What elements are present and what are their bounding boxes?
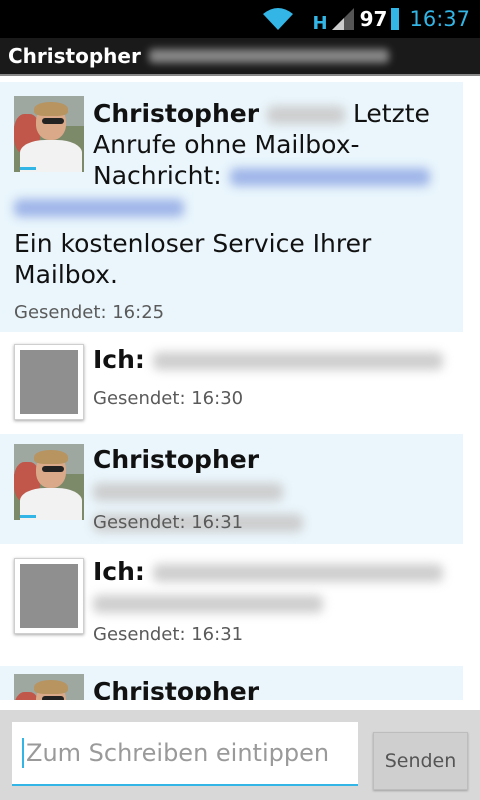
message-sender: Ich:: [93, 557, 145, 586]
battery-icon: [391, 8, 400, 30]
message-input-placeholder: Zum Schreiben eintippen: [26, 739, 330, 767]
message-item[interactable]: Ich: Gesendet: 16:31: [0, 546, 463, 662]
message-text: Ich:: [93, 344, 445, 375]
message-sender: Christopher: [93, 99, 260, 128]
message-item[interactable]: Christopher Gesendet: 16:31: [0, 434, 463, 544]
redacted-text: [152, 352, 443, 370]
message-item[interactable]: Christopher Letzte Anrufe ohne Mailbox-N…: [0, 82, 463, 332]
contact-avatar[interactable]: [14, 96, 84, 172]
message-text: Christopher Letzte Anrufe ohne Mailbox-N…: [14, 98, 445, 222]
status-bar: H 97 16:37: [0, 0, 480, 38]
text-cursor: [22, 738, 24, 768]
message-item[interactable]: Ich: Gesendet: 16:30: [0, 332, 463, 430]
message-text: Ich:: [93, 556, 445, 618]
sent-time: Gesendet: 16:25: [14, 302, 165, 323]
signal-icon: [331, 8, 354, 30]
contact-avatar[interactable]: [14, 674, 84, 700]
message-sender: Christopher: [93, 445, 260, 474]
redacted-text: [93, 483, 283, 501]
message-body-2: Ein kostenloser Service Ihrer Mailbox.: [14, 229, 372, 289]
sent-time: Gesendet: 16:30: [93, 388, 244, 409]
send-button[interactable]: Senden: [373, 732, 468, 790]
redacted-text: [93, 595, 323, 613]
message-sender: Christopher: [93, 677, 260, 700]
sent-time: Gesendet: 16:31: [93, 624, 244, 645]
clock: 16:37: [409, 7, 470, 31]
contact-name: Christopher: [8, 44, 141, 68]
wifi-icon: [262, 8, 293, 30]
redacted-link[interactable]: [14, 199, 184, 217]
own-avatar: [14, 558, 84, 634]
network-type: H: [312, 12, 328, 34]
redacted-link[interactable]: [229, 168, 430, 186]
sent-time: Gesendet: 16:31: [93, 512, 244, 533]
battery-level: 97: [359, 7, 388, 31]
message-sender: Ich:: [93, 345, 145, 374]
contact-avatar[interactable]: [14, 444, 84, 520]
message-list[interactable]: Christopher Letzte Anrufe ohne Mailbox-N…: [0, 78, 480, 700]
message-item[interactable]: Christopher: [0, 666, 463, 700]
redacted-contact-number: [148, 49, 389, 63]
conversation-header: Christopher: [0, 38, 480, 76]
compose-bar: Zum Schreiben eintippen Senden: [0, 710, 480, 800]
message-text: Christopher: [93, 676, 445, 700]
redacted-text: [266, 106, 345, 124]
own-avatar: [14, 344, 84, 420]
redacted-text: [152, 564, 443, 582]
message-input[interactable]: Zum Schreiben eintippen: [12, 722, 358, 786]
